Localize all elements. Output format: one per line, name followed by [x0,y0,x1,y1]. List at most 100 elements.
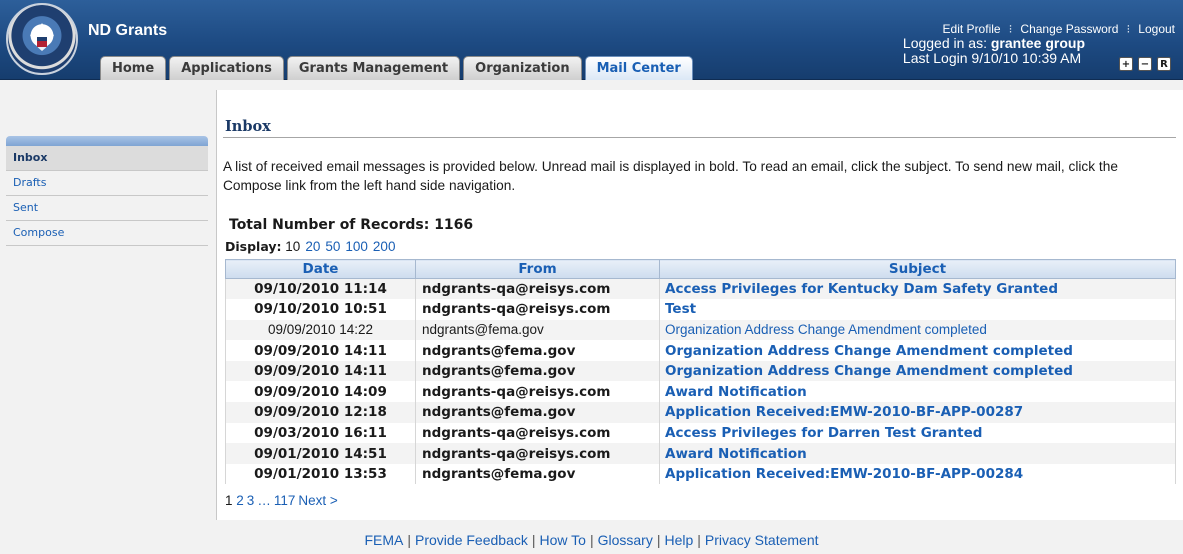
intro-text: A list of received email messages is pro… [223,159,1118,193]
column-header-from[interactable]: From [415,259,660,279]
row-date: 09/01/2010 13:53 [225,463,416,485]
footer-divider: | [531,532,536,548]
main-panel: Inbox A list of received email messages … [216,90,1183,520]
display-option-20[interactable]: 20 [305,239,320,254]
row-from: ndgrants-qa@reisys.com [415,381,660,403]
column-header-date[interactable]: Date [225,259,416,279]
footer-link-privacy[interactable]: Privacy Statement [705,532,819,548]
pager-page-2[interactable]: 2 [236,493,244,508]
inbox-table: Date From Subject 09/10/2010 11:14 ndgra… [225,259,1176,485]
table-row: 09/10/2010 11:14 ndgrants-qa@reisys.com … [225,278,1176,300]
main-tabs: Home Applications Grants Management Orga… [100,56,693,80]
link-divider: ⁝ [1008,22,1013,36]
table-row: 09/09/2010 14:22 ndgrants@fema.gov Organ… [225,319,1176,341]
row-date: 09/01/2010 14:51 [225,443,416,464]
account-links: Edit Profile ⁝ Change Password ⁝ Logout [943,22,1175,36]
row-date: 09/03/2010 16:11 [225,422,416,444]
row-subject-link[interactable]: Test [665,301,696,317]
title-divider [223,137,1176,138]
footer-divider: | [407,532,412,548]
row-subject-link[interactable]: Application Received:EMW-2010-BF-APP-002… [665,404,1023,420]
sidebar-item-drafts[interactable]: Drafts [6,171,208,196]
row-from: ndgrants-qa@reisys.com [415,299,660,320]
table-header-row: Date From Subject [225,259,1176,279]
user-name: grantee group [990,35,1085,51]
footer-divider: | [589,532,594,548]
footer-link-fema[interactable]: FEMA [364,532,403,548]
tab-organization[interactable]: Organization [463,56,582,80]
font-decrease-button[interactable]: − [1138,57,1152,71]
row-subject-link[interactable]: Organization Address Change Amendment co… [665,322,987,337]
row-date: 09/09/2010 12:18 [225,402,416,423]
dhs-seal-icon [6,3,78,75]
display-option-50[interactable]: 50 [325,239,340,254]
app-title: ND Grants [88,22,168,39]
column-header-subject[interactable]: Subject [659,259,1176,279]
row-from: ndgrants@fema.gov [415,360,660,382]
footer-link-glossary[interactable]: Glossary [598,532,653,548]
row-from: ndgrants@fema.gov [415,463,660,485]
last-login: Last Login 9/10/10 10:39 AM [902,50,1082,66]
row-subject-link[interactable]: Organization Address Change Amendment co… [665,343,1073,359]
font-increase-button[interactable]: + [1119,57,1133,71]
font-size-controls: + − R [1119,57,1171,71]
row-subject-link[interactable]: Access Privileges for Kentucky Dam Safet… [665,281,1058,297]
display-label: Display: [225,239,282,254]
row-from: ndgrants-qa@reisys.com [415,278,660,300]
row-from: ndgrants@fema.gov [415,402,660,423]
tab-mail-center[interactable]: Mail Center [584,56,693,80]
row-date: 09/09/2010 14:11 [225,340,416,361]
user-info: Logged in as: grantee group Last Login 9… [903,36,1085,66]
display-option-10: 10 [285,239,301,254]
sidebar-item-compose[interactable]: Compose [6,221,208,246]
display-option-100[interactable]: 100 [345,239,368,254]
tab-applications[interactable]: Applications [169,56,284,80]
row-subject-link[interactable]: Award Notification [665,446,807,462]
pager-last-page[interactable]: 117 [274,493,296,508]
sidebar-item-sent[interactable]: Sent [6,196,208,221]
footer-divider: | [656,532,661,548]
footer-link-feedback[interactable]: Provide Feedback [415,532,528,548]
display-option-200[interactable]: 200 [373,239,396,254]
row-subject-link[interactable]: Award Notification [665,384,807,400]
display-per-page: Display: 10 20 50 100 200 [225,239,400,254]
row-from: ndgrants@fema.gov [415,319,660,341]
app-header: ND Grants Edit Profile ⁝ Change Password ⁝ L… [0,0,1183,80]
row-subject-link[interactable]: Access Privileges for Darren Test Grante… [665,425,982,441]
row-from: ndgrants-qa@reisys.com [415,422,660,444]
table-row: 09/09/2010 14:11 ndgrants@fema.gov Organ… [225,360,1176,382]
row-subject-link[interactable]: Application Received:EMW-2010-BF-APP-002… [665,466,1023,482]
pager-ellipsis: … [257,493,271,508]
edit-profile-link[interactable]: Edit Profile [943,22,1001,36]
tab-home[interactable]: Home [100,56,167,80]
footer-link-help[interactable]: Help [664,532,693,548]
table-row: 09/01/2010 14:51 ndgrants-qa@reisys.com … [225,443,1176,464]
row-from: ndgrants@fema.gov [415,340,660,361]
pager-page-3[interactable]: 3 [247,493,255,508]
row-date: 09/09/2010 14:09 [225,381,416,403]
sidebar-item-inbox[interactable]: Inbox [6,146,208,171]
tab-grants-management[interactable]: Grants Management [286,56,461,80]
pager-current-page: 1 [225,493,233,508]
table-row: 09/03/2010 16:11 ndgrants-qa@reisys.com … [225,422,1176,444]
pager-next-link[interactable]: Next > [298,493,337,508]
change-password-link[interactable]: Change Password [1020,22,1118,36]
table-row: 09/09/2010 14:11 ndgrants@fema.gov Organ… [225,340,1176,361]
footer-link-how-to[interactable]: How To [540,532,586,548]
row-date: 09/09/2010 14:11 [225,360,416,382]
total-records: Total Number of Records: 1166 [229,217,474,233]
table-row: 09/09/2010 12:18 ndgrants@fema.gov Appli… [225,402,1176,423]
row-date: 09/10/2010 10:51 [225,299,416,320]
row-from: ndgrants-qa@reisys.com [415,443,660,464]
logged-in-label: Logged in as: [902,35,987,51]
table-row: 09/09/2010 14:09 ndgrants-qa@reisys.com … [225,381,1176,403]
row-date: 09/09/2010 14:22 [225,319,416,341]
table-row: 09/10/2010 10:51 ndgrants-qa@reisys.com … [225,299,1176,320]
logout-link[interactable]: Logout [1138,22,1175,36]
sidebar-nav: Inbox Drafts Sent Compose [6,136,208,246]
table-row: 09/01/2010 13:53 ndgrants@fema.gov Appli… [225,463,1176,485]
footer-divider: | [697,532,701,548]
row-subject-link[interactable]: Organization Address Change Amendment co… [665,363,1073,379]
footer-links: FEMA | Provide Feedback | How To | Glossary | He… [0,532,1183,548]
font-reset-button[interactable]: R [1157,57,1171,71]
